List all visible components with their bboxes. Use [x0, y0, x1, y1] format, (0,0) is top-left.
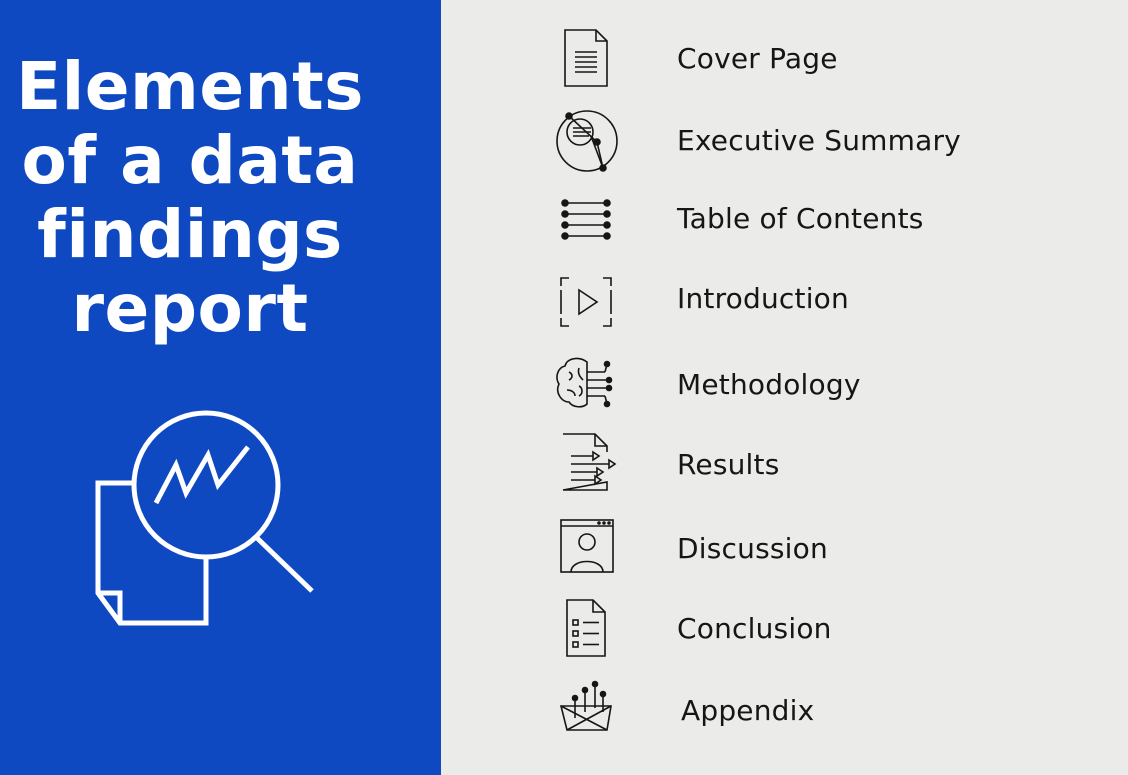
- item-label: Conclusion: [677, 612, 832, 645]
- slide-title: Elements of a data findings report: [0, 50, 380, 346]
- contents-panel: Cover Page Executive Summary Table of Co…: [441, 0, 1128, 775]
- list-item-discussion: Discussion: [441, 514, 1128, 584]
- document-icon: [564, 29, 608, 87]
- item-label: Results: [677, 448, 780, 481]
- list-item-appendix: Appendix: [441, 678, 1128, 748]
- item-label: Appendix: [681, 694, 815, 727]
- title-panel: Elements of a data findings report: [0, 0, 441, 775]
- magnifier-over-document-chart-icon: [95, 410, 314, 626]
- list-item-introduction: Introduction: [441, 268, 1128, 338]
- item-label: Introduction: [677, 282, 849, 315]
- title-line: Elements: [16, 48, 364, 125]
- list-item-conclusion: Conclusion: [441, 596, 1128, 666]
- user-window-icon: [560, 519, 614, 573]
- checklist-document-icon: [566, 599, 606, 657]
- item-label: Cover Page: [677, 42, 838, 75]
- item-label: Discussion: [677, 532, 828, 565]
- item-label: Executive Summary: [677, 124, 961, 157]
- list-icon: [561, 199, 611, 240]
- item-label: Table of Contents: [677, 202, 924, 235]
- data-basket-icon: [559, 680, 612, 731]
- title-line: findings: [37, 196, 343, 273]
- title-line: report: [71, 270, 309, 347]
- list-item-table-of-contents: Table of Contents: [441, 188, 1128, 258]
- list-item-cover-page: Cover Page: [441, 24, 1128, 94]
- list-item-methodology: Methodology: [441, 350, 1128, 420]
- title-line: of a data: [21, 122, 359, 199]
- list-item-results: Results: [441, 430, 1128, 500]
- document-arrows-icon: [562, 433, 617, 491]
- play-frame-icon: [560, 277, 612, 327]
- list-item-executive-summary: Executive Summary: [441, 106, 1128, 176]
- summary-network-icon: [556, 110, 618, 172]
- item-label: Methodology: [677, 368, 861, 401]
- brain-circuit-icon: [556, 357, 613, 408]
